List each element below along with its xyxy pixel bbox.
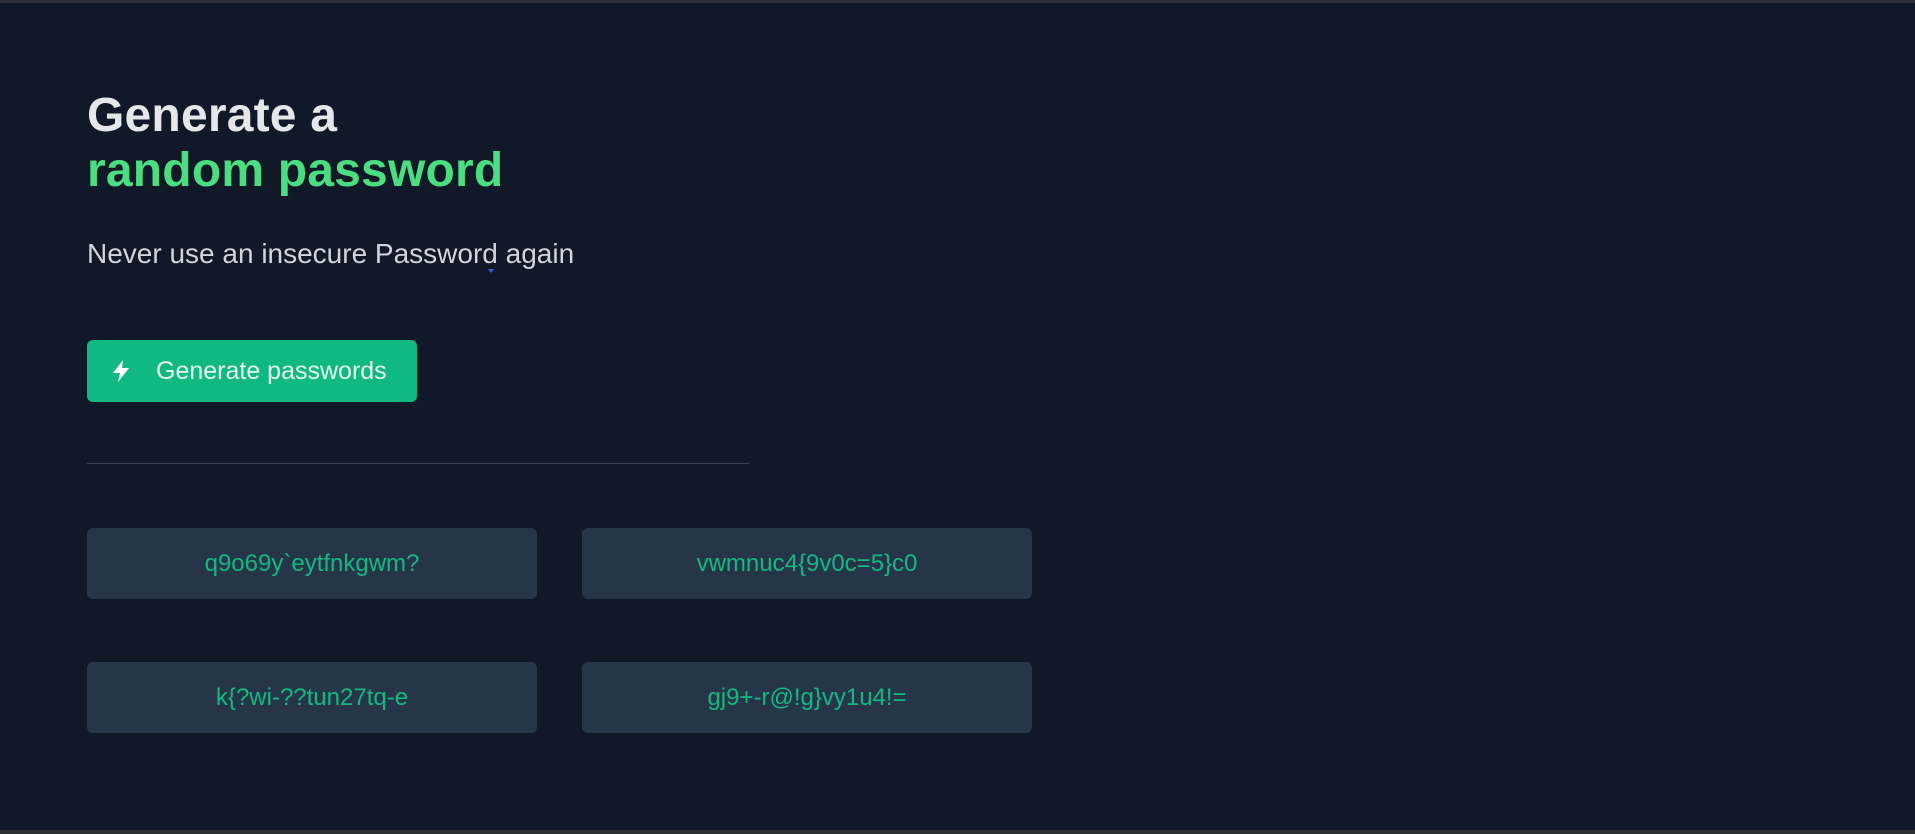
divider: [87, 463, 749, 464]
generate-passwords-label: Generate passwords: [156, 356, 387, 385]
title-line-2-highlight: random password: [87, 144, 504, 197]
page-subtitle: Never use an insecure Password again: [87, 238, 575, 269]
password-output-1[interactable]: q9o69y`eytfnkgwm?: [87, 528, 537, 599]
password-output-2[interactable]: vwmnuc4{9v0c=5}c0: [582, 528, 1032, 599]
password-output-4[interactable]: gj9+-r@!g}vy1u4!=: [582, 662, 1032, 733]
generate-passwords-button[interactable]: Generate passwords: [87, 340, 417, 402]
lightning-bolt-icon: [110, 359, 132, 383]
password-output-3[interactable]: k{?wi-??tun27tq-e: [87, 662, 537, 733]
text-cursor-marker: [487, 262, 495, 273]
window-top-edge: [0, 0, 1915, 3]
title-line-1: Generate a: [87, 89, 338, 142]
window-bottom-edge: [0, 830, 1915, 834]
page-title: Generate a random password: [87, 88, 503, 198]
password-generator: Generate a random password Never use an …: [87, 88, 1032, 733]
